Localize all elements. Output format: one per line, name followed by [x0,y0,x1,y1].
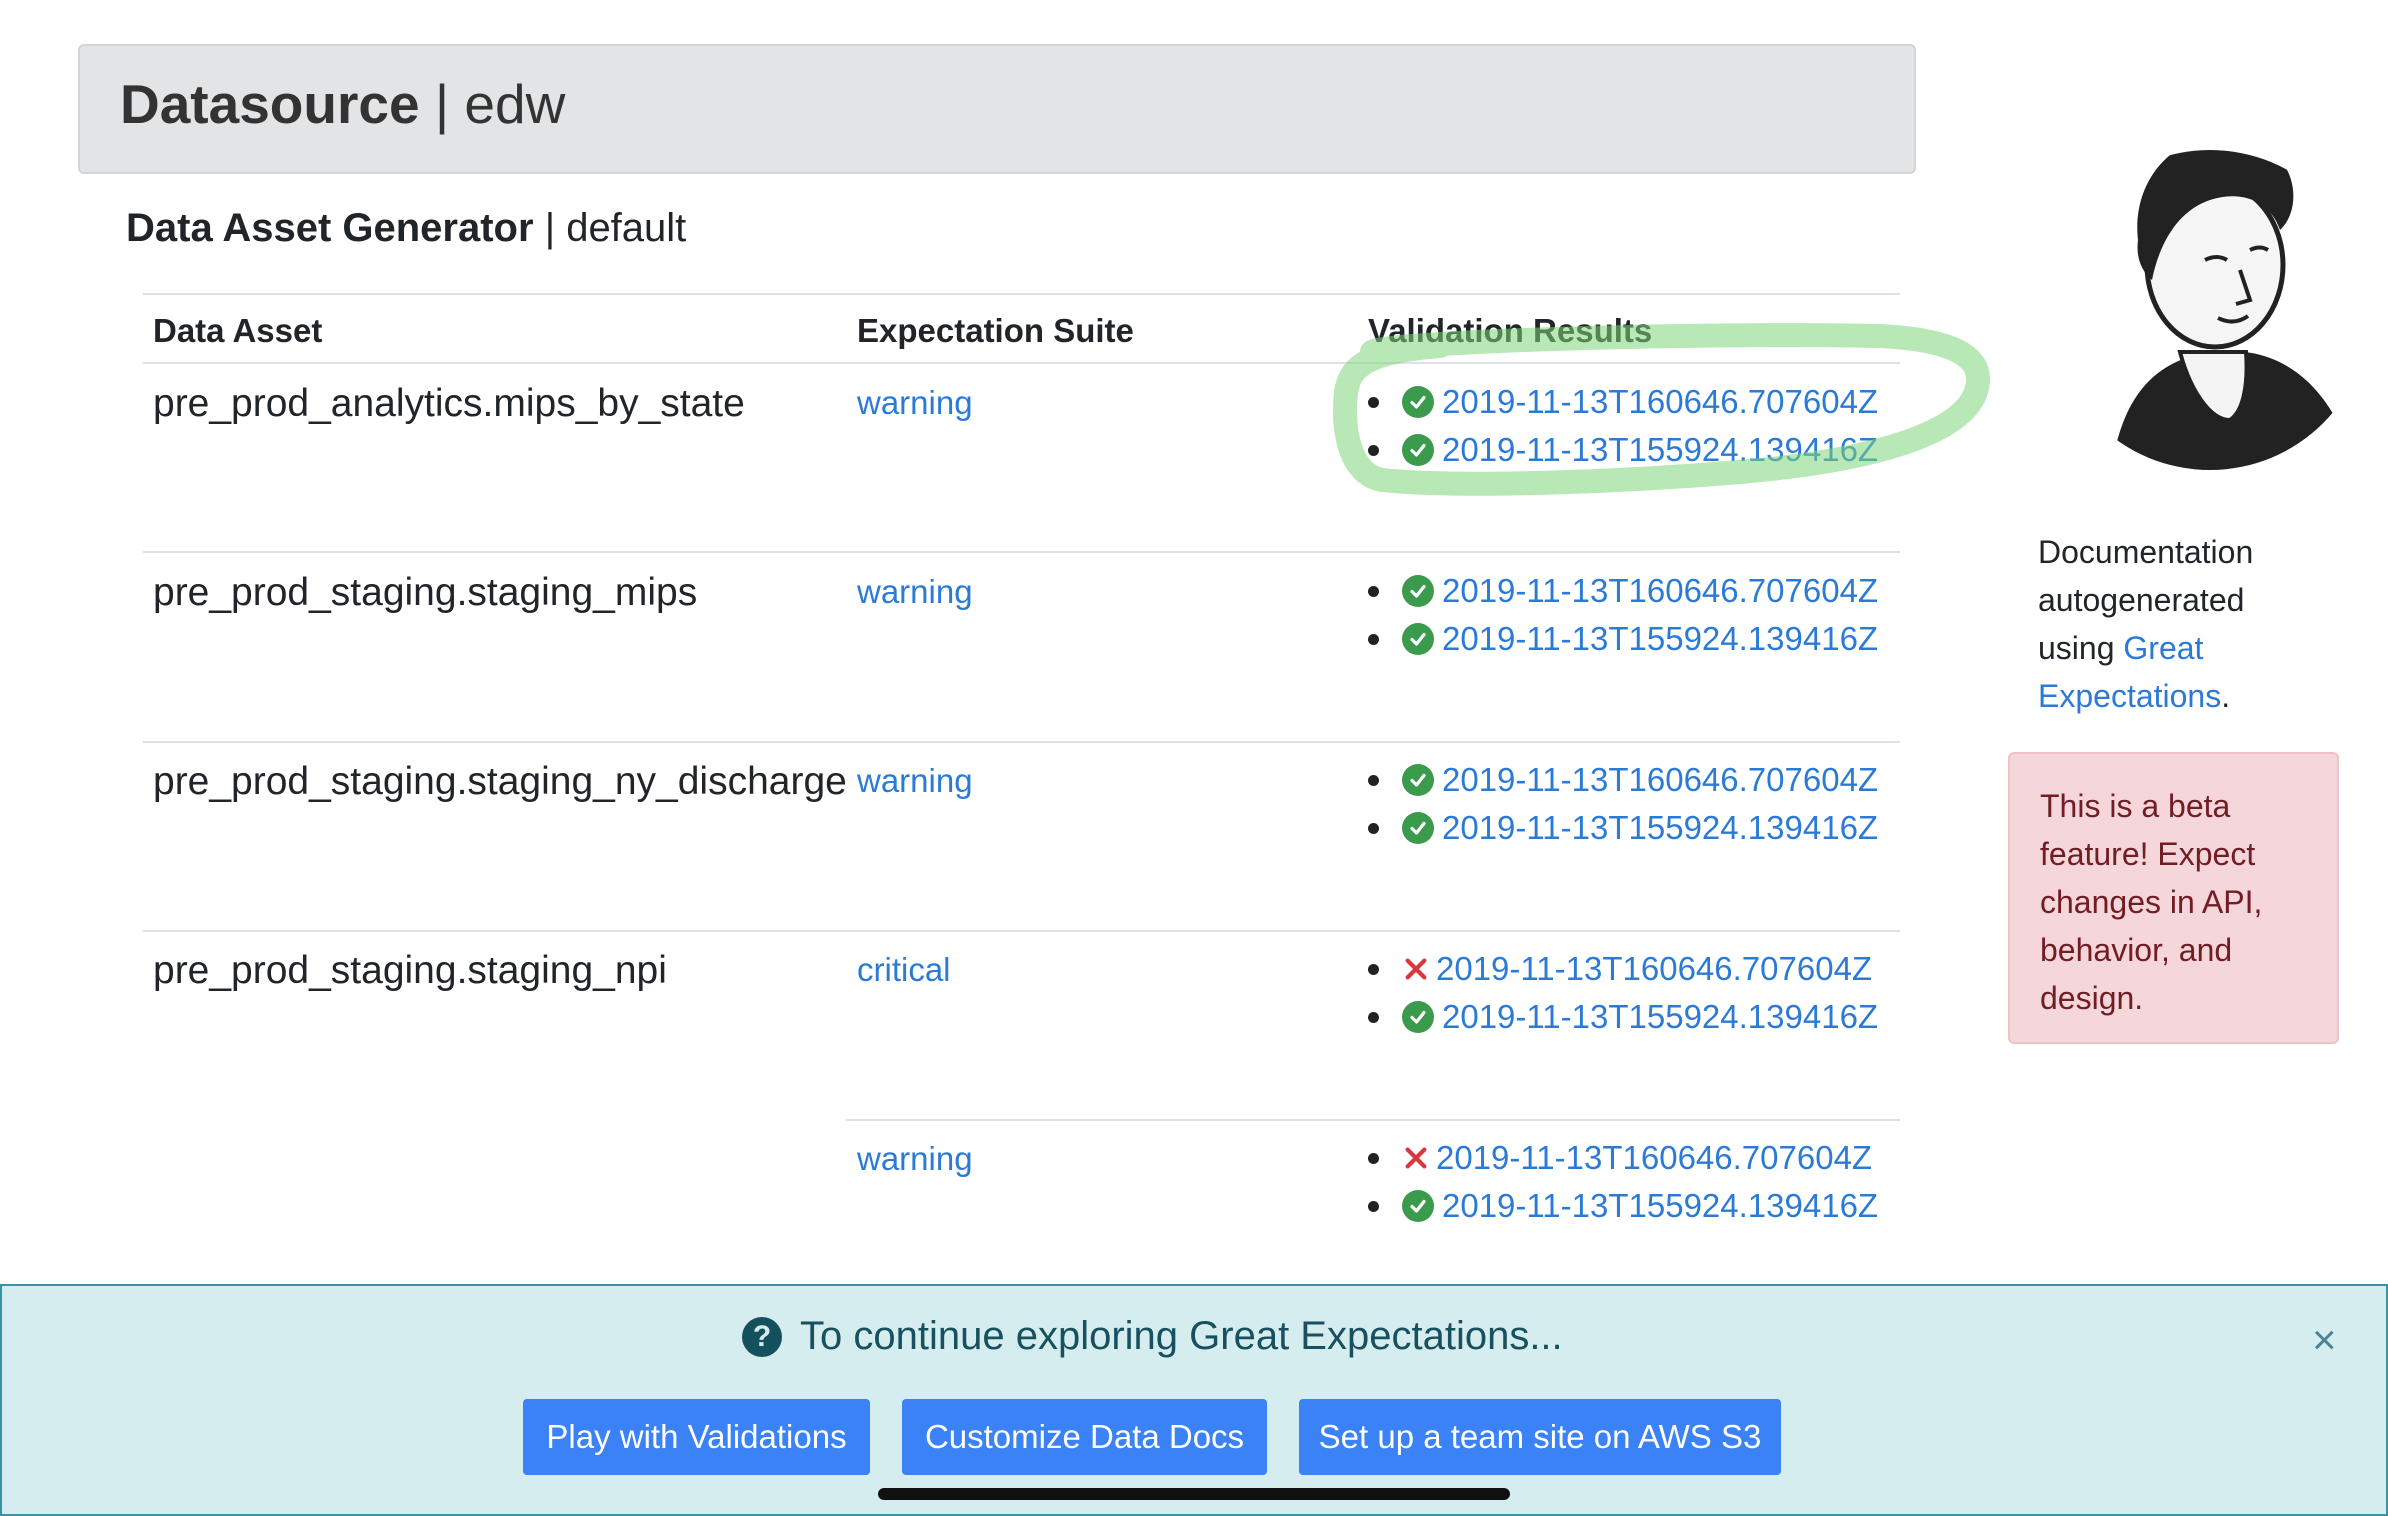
banner-message-text: To continue exploring Great Expectations… [800,1314,1563,1358]
cta-banner: ? To continue exploring Great Expectatio… [0,1284,2388,1516]
validation-result-link[interactable]: 2019-11-13T155924.139416Z [1442,1187,1878,1225]
expectation-suite-link[interactable]: warning [857,1140,973,1178]
play-with-validations-button[interactable]: Play with Validations [523,1399,870,1475]
row-divider [143,741,1900,743]
validation-result-item: 2019-11-13T160646.707604Z [1368,378,1878,426]
customize-data-docs-button[interactable]: Customize Data Docs [902,1399,1267,1475]
data-asset-name: pre_prod_staging.staging_mips [153,571,698,614]
check-circle-icon [1402,434,1434,466]
question-circle-icon: ? [742,1316,782,1357]
bullet [1368,396,1379,408]
beta-notice: This is a beta feature! Expect changes i… [2008,752,2339,1044]
validation-result-item: 2019-11-13T155924.139416Z [1368,993,1878,1041]
bullet [1368,822,1379,834]
author-portrait [2050,150,2370,470]
row-divider [846,1119,1900,1121]
validation-result-link[interactable]: 2019-11-13T160646.707604Z [1436,950,1872,988]
expectation-suite-link[interactable]: warning [857,762,973,800]
bullet [1368,1200,1379,1212]
page-title: Datasource | edw [120,73,566,135]
expectation-suite-link[interactable]: warning [857,573,973,611]
setup-team-site-button[interactable]: Set up a team site on AWS S3 [1299,1399,1781,1475]
validation-result-item: 2019-11-13T155924.139416Z [1368,1182,1878,1230]
bullet [1368,1011,1379,1023]
validation-results-list: 2019-11-13T160646.707604Z 2019-11-13T1559… [1368,378,1878,474]
table-header-rule [143,362,1900,364]
generator-title: Data Asset Generator | default [126,206,687,250]
validation-results-list: 2019-11-13T160646.707604Z 2019-11-13T1559… [1368,1134,1878,1230]
data-asset-name: pre_prod_analytics.mips_by_state [153,382,745,425]
validation-results-list: 2019-11-13T160646.707604Z 2019-11-13T1559… [1368,945,1878,1041]
check-circle-icon [1402,812,1434,844]
validation-results-list: 2019-11-13T160646.707604Z 2019-11-13T1559… [1368,756,1878,852]
check-circle-icon [1402,764,1434,796]
check-circle-icon [1402,386,1434,418]
check-circle-icon [1402,575,1434,607]
validation-result-link[interactable]: 2019-11-13T160646.707604Z [1436,1139,1872,1177]
x-mark-icon [1402,1142,1430,1174]
data-asset-name: pre_prod_staging.staging_npi [153,949,667,992]
check-circle-icon [1402,1190,1434,1222]
check-circle-icon [1402,1001,1434,1033]
expectation-suite-link[interactable]: warning [857,384,973,422]
home-indicator [878,1488,1510,1500]
validation-result-link[interactable]: 2019-11-13T160646.707604Z [1442,761,1878,799]
validation-result-link[interactable]: 2019-11-13T155924.139416Z [1442,431,1878,469]
table-top-rule [143,293,1900,295]
check-circle-icon [1402,623,1434,655]
close-icon[interactable]: × [2312,1316,2337,1364]
row-divider [143,930,1900,932]
validation-result-link[interactable]: 2019-11-13T155924.139416Z [1442,809,1878,847]
column-header-data-asset: Data Asset [153,312,323,349]
validation-result-item: 2019-11-13T155924.139416Z [1368,804,1878,852]
validation-result-link[interactable]: 2019-11-13T160646.707604Z [1442,383,1878,421]
validation-result-item: 2019-11-13T155924.139416Z [1368,426,1878,474]
validation-result-link[interactable]: 2019-11-13T160646.707604Z [1442,572,1878,610]
validation-results-list: 2019-11-13T160646.707604Z 2019-11-13T1559… [1368,567,1878,663]
bullet [1368,774,1379,786]
banner-message: ? To continue exploring Great Expectatio… [742,1314,1563,1359]
column-header-validation-results: Validation Results [1368,312,1653,349]
expectation-suite-link[interactable]: critical [857,951,951,989]
bullet [1368,963,1379,975]
bullet [1368,1152,1379,1164]
bullet [1368,633,1379,645]
bullet [1368,444,1379,456]
validation-result-item: 2019-11-13T155924.139416Z [1368,615,1878,663]
column-header-expectation-suite: Expectation Suite [857,312,1134,349]
validation-result-item: 2019-11-13T160646.707604Z [1368,945,1878,993]
validation-result-item: 2019-11-13T160646.707604Z [1368,756,1878,804]
validation-result-link[interactable]: 2019-11-13T155924.139416Z [1442,998,1878,1036]
datasource-header: Datasource | edw [78,44,1916,174]
validation-result-link[interactable]: 2019-11-13T155924.139416Z [1442,620,1878,658]
data-asset-name: pre_prod_staging.staging_ny_discharge [153,760,847,803]
row-divider [143,551,1900,553]
validation-result-item: 2019-11-13T160646.707604Z [1368,567,1878,615]
x-mark-icon [1402,953,1430,985]
validation-result-item: 2019-11-13T160646.707604Z [1368,1134,1878,1182]
documentation-note: Documentation autogenerated using Great … [2038,534,2254,714]
bullet [1368,585,1379,597]
